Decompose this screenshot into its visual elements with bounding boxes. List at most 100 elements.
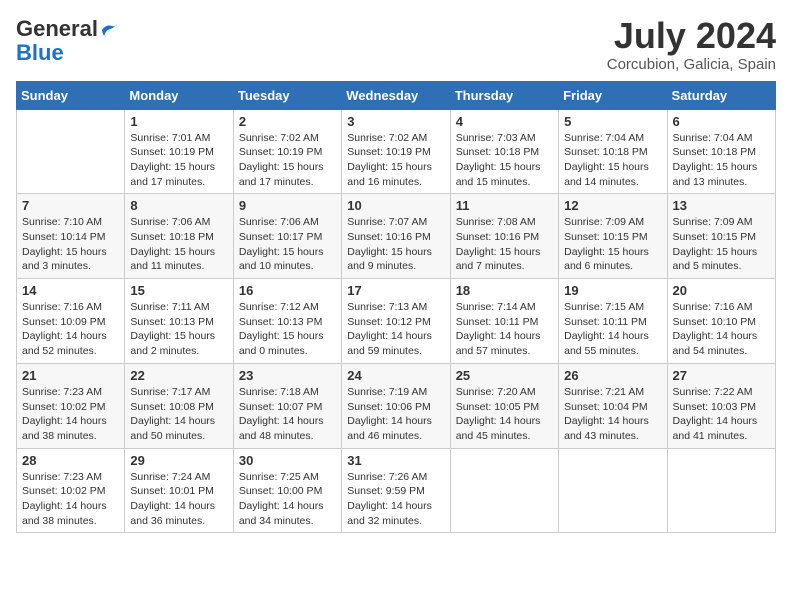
table-row — [667, 448, 775, 533]
table-row: 13 Sunrise: 7:09 AM Sunset: 10:15 PM Dayl… — [667, 194, 775, 279]
day-number: 29 — [130, 453, 227, 468]
table-row: 18Sunrise: 7:14 AM Sunset: 10:11 PM Dayl… — [450, 279, 558, 364]
day-info: Sunrise: 7:18 AM Sunset: 10:07 PM Daylig… — [239, 385, 336, 444]
day-info: Sunrise: 7:23 AM Sunset: 10:02 PM Daylig… — [22, 385, 119, 444]
table-row: 25 Sunrise: 7:20 AM Sunset: 10:05 PM Dayl… — [450, 363, 558, 448]
calendar-header-row: Sunday Monday Tuesday Wednesday Thursday… — [17, 81, 776, 109]
day-info: Sunrise: 7:03 AM Sunset: 10:18 PM Daylig… — [456, 131, 553, 190]
day-info: Sunrise: 7:06 AM Sunset: 10:17 PM Daylig… — [239, 215, 336, 274]
day-number: 20 — [673, 283, 770, 298]
calendar-week-row: 14Sunrise: 7:16 AM Sunset: 10:09 PM Dayl… — [17, 279, 776, 364]
table-row — [17, 109, 125, 194]
calendar-table: Sunday Monday Tuesday Wednesday Thursday… — [16, 81, 776, 534]
table-row: 15 Sunrise: 7:11 AM Sunset: 10:13 PM Dayl… — [125, 279, 233, 364]
table-row: 3Sunrise: 7:02 AM Sunset: 10:19 PM Dayli… — [342, 109, 450, 194]
day-number: 9 — [239, 198, 336, 213]
table-row: 26 Sunrise: 7:21 AM Sunset: 10:04 PM Dayl… — [559, 363, 667, 448]
table-row: 22Sunrise: 7:17 AM Sunset: 10:08 PM Dayl… — [125, 363, 233, 448]
day-number: 30 — [239, 453, 336, 468]
table-row: 16 Sunrise: 7:12 AM Sunset: 10:13 PM Dayl… — [233, 279, 341, 364]
day-info: Sunrise: 7:15 AM Sunset: 10:11 PM Daylig… — [564, 300, 661, 359]
day-info: Sunrise: 7:08 AM Sunset: 10:16 PM Daylig… — [456, 215, 553, 274]
day-number: 8 — [130, 198, 227, 213]
table-row: 12 Sunrise: 7:09 AM Sunset: 10:15 PM Dayl… — [559, 194, 667, 279]
day-info: Sunrise: 7:14 AM Sunset: 10:11 PM Daylig… — [456, 300, 553, 359]
day-number: 14 — [22, 283, 119, 298]
day-number: 12 — [564, 198, 661, 213]
day-info: Sunrise: 7:20 AM Sunset: 10:05 PM Daylig… — [456, 385, 553, 444]
calendar-week-row: 7 Sunrise: 7:10 AM Sunset: 10:14 PM Dayli… — [17, 194, 776, 279]
day-info: Sunrise: 7:12 AM Sunset: 10:13 PM Daylig… — [239, 300, 336, 359]
day-number: 31 — [347, 453, 444, 468]
day-info: Sunrise: 7:10 AM Sunset: 10:14 PM Daylig… — [22, 215, 119, 274]
day-number: 4 — [456, 114, 553, 129]
day-number: 25 — [456, 368, 553, 383]
day-number: 21 — [22, 368, 119, 383]
day-number: 2 — [239, 114, 336, 129]
header-saturday: Saturday — [667, 81, 775, 109]
table-row — [559, 448, 667, 533]
table-row: 17Sunrise: 7:13 AM Sunset: 10:12 PM Dayl… — [342, 279, 450, 364]
day-number: 22 — [130, 368, 227, 383]
day-number: 10 — [347, 198, 444, 213]
day-info: Sunrise: 7:22 AM Sunset: 10:03 PM Daylig… — [673, 385, 770, 444]
calendar-week-row: 28Sunrise: 7:23 AM Sunset: 10:02 PM Dayl… — [17, 448, 776, 533]
table-row: 9 Sunrise: 7:06 AM Sunset: 10:17 PM Dayli… — [233, 194, 341, 279]
day-number: 5 — [564, 114, 661, 129]
table-row: 27 Sunrise: 7:22 AM Sunset: 10:03 PM Dayl… — [667, 363, 775, 448]
header-monday: Monday — [125, 81, 233, 109]
day-info: Sunrise: 7:24 AM Sunset: 10:01 PM Daylig… — [130, 470, 227, 529]
header-thursday: Thursday — [450, 81, 558, 109]
table-row: 19 Sunrise: 7:15 AM Sunset: 10:11 PM Dayl… — [559, 279, 667, 364]
day-number: 17 — [347, 283, 444, 298]
table-row: 20 Sunrise: 7:16 AM Sunset: 10:10 PM Dayl… — [667, 279, 775, 364]
day-number: 26 — [564, 368, 661, 383]
day-info: Sunrise: 7:19 AM Sunset: 10:06 PM Daylig… — [347, 385, 444, 444]
day-number: 23 — [239, 368, 336, 383]
day-info: Sunrise: 7:09 AM Sunset: 10:15 PM Daylig… — [673, 215, 770, 274]
table-row: 31 Sunrise: 7:26 AM Sunset: 9:59 PM Dayli… — [342, 448, 450, 533]
day-info: Sunrise: 7:09 AM Sunset: 10:15 PM Daylig… — [564, 215, 661, 274]
day-number: 6 — [673, 114, 770, 129]
day-number: 28 — [22, 453, 119, 468]
table-row: 2Sunrise: 7:02 AM Sunset: 10:19 PM Dayli… — [233, 109, 341, 194]
table-row: 6 Sunrise: 7:04 AM Sunset: 10:18 PM Dayli… — [667, 109, 775, 194]
day-number: 16 — [239, 283, 336, 298]
day-info: Sunrise: 7:01 AM Sunset: 10:19 PM Daylig… — [130, 131, 227, 190]
table-row: 7 Sunrise: 7:10 AM Sunset: 10:14 PM Dayli… — [17, 194, 125, 279]
table-row: 5 Sunrise: 7:04 AM Sunset: 10:18 PM Dayli… — [559, 109, 667, 194]
day-number: 19 — [564, 283, 661, 298]
day-info: Sunrise: 7:06 AM Sunset: 10:18 PM Daylig… — [130, 215, 227, 274]
day-number: 1 — [130, 114, 227, 129]
table-row: 21 Sunrise: 7:23 AM Sunset: 10:02 PM Dayl… — [17, 363, 125, 448]
header-tuesday: Tuesday — [233, 81, 341, 109]
day-info: Sunrise: 7:16 AM Sunset: 10:10 PM Daylig… — [673, 300, 770, 359]
day-number: 24 — [347, 368, 444, 383]
table-row: 28Sunrise: 7:23 AM Sunset: 10:02 PM Dayl… — [17, 448, 125, 533]
table-row: 24 Sunrise: 7:19 AM Sunset: 10:06 PM Dayl… — [342, 363, 450, 448]
logo: General Blue — [16, 16, 118, 66]
day-number: 7 — [22, 198, 119, 213]
day-info: Sunrise: 7:11 AM Sunset: 10:13 PM Daylig… — [130, 300, 227, 359]
table-row: 8 Sunrise: 7:06 AM Sunset: 10:18 PM Dayli… — [125, 194, 233, 279]
day-info: Sunrise: 7:21 AM Sunset: 10:04 PM Daylig… — [564, 385, 661, 444]
location-title: Corcubion, Galicia, Spain — [607, 56, 776, 73]
header-wednesday: Wednesday — [342, 81, 450, 109]
day-number: 27 — [673, 368, 770, 383]
logo-bird-icon — [100, 22, 118, 38]
day-number: 13 — [673, 198, 770, 213]
day-info: Sunrise: 7:02 AM Sunset: 10:19 PM Daylig… — [347, 131, 444, 190]
day-info: Sunrise: 7:25 AM Sunset: 10:00 PM Daylig… — [239, 470, 336, 529]
table-row: 30 Sunrise: 7:25 AM Sunset: 10:00 PM Dayl… — [233, 448, 341, 533]
day-info: Sunrise: 7:04 AM Sunset: 10:18 PM Daylig… — [564, 131, 661, 190]
table-row: 1 Sunrise: 7:01 AM Sunset: 10:19 PM Dayli… — [125, 109, 233, 194]
day-number: 15 — [130, 283, 227, 298]
table-row: 11 Sunrise: 7:08 AM Sunset: 10:16 PM Dayl… — [450, 194, 558, 279]
day-info: Sunrise: 7:26 AM Sunset: 9:59 PM Dayligh… — [347, 470, 444, 529]
day-info: Sunrise: 7:04 AM Sunset: 10:18 PM Daylig… — [673, 131, 770, 190]
day-info: Sunrise: 7:07 AM Sunset: 10:16 PM Daylig… — [347, 215, 444, 274]
day-number: 11 — [456, 198, 553, 213]
table-row: 29 Sunrise: 7:24 AM Sunset: 10:01 PM Dayl… — [125, 448, 233, 533]
table-row — [450, 448, 558, 533]
table-row: 14Sunrise: 7:16 AM Sunset: 10:09 PM Dayl… — [17, 279, 125, 364]
